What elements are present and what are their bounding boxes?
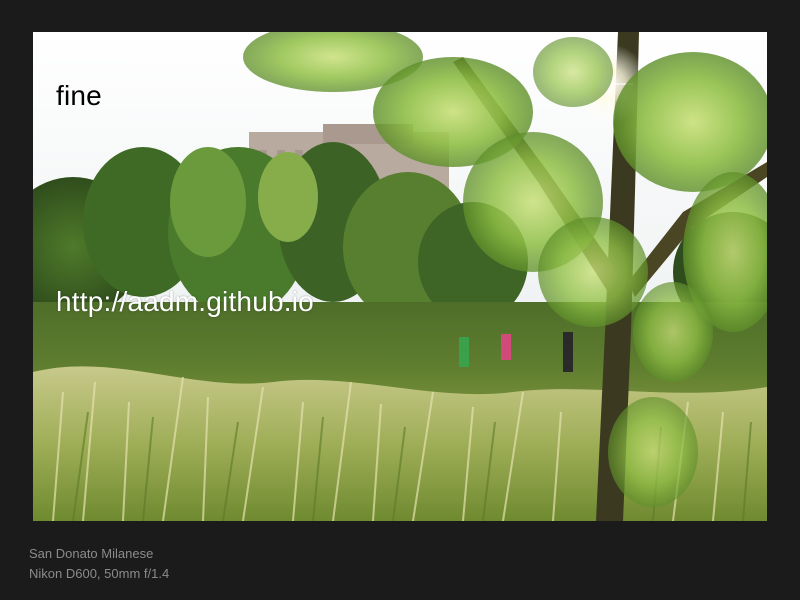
caption-location: San Donato Milanese	[29, 546, 154, 561]
caption-camera: Nikon D600, 50mm f/1.4	[29, 566, 170, 581]
slide-title: fine	[56, 80, 102, 111]
photo-caption: San Donato Milanese Nikon D600, 50mm f/1…	[29, 544, 169, 584]
park-photo	[33, 32, 767, 521]
presentation-slide: fine http://aadm.github.io San Donato Mi…	[0, 0, 800, 600]
park-photo-illustration	[33, 32, 767, 521]
website-link[interactable]: http://aadm.github.io	[56, 286, 314, 318]
